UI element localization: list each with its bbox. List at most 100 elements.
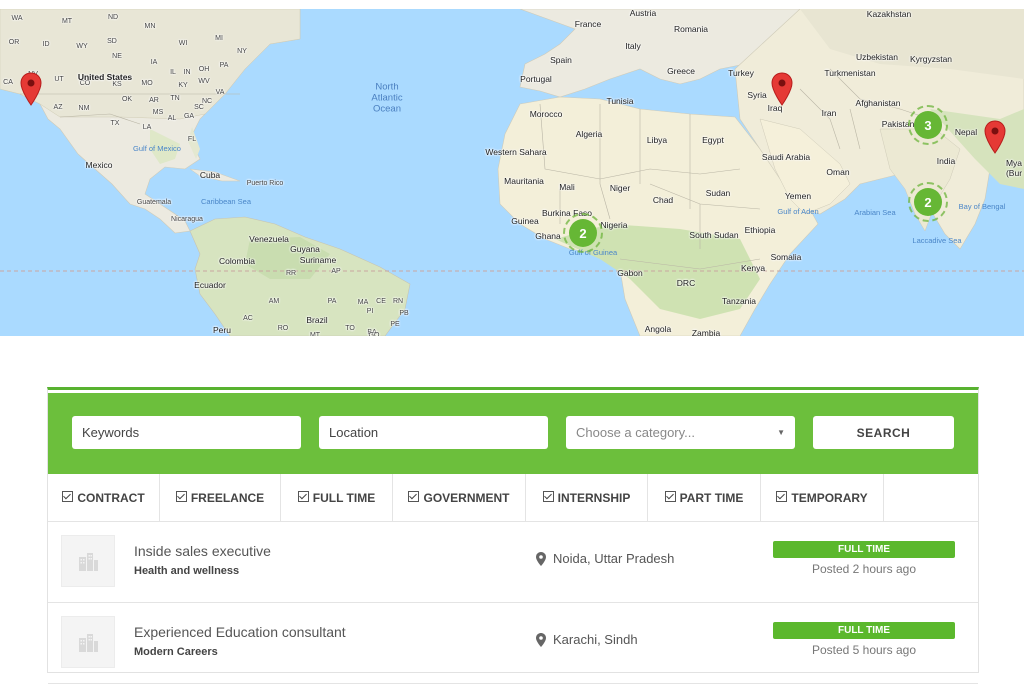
map-label: OR [8,39,20,46]
sea-label: Laccadive Sea [912,236,962,245]
map-label: Ecuador [194,280,226,290]
map-label: Peru [213,325,231,335]
job-type-badge: FULL TIME [773,622,955,639]
map-label: AZ [53,104,63,111]
map-label: Tunisia [606,96,634,106]
checkbox-icon[interactable] [62,491,74,502]
sea-label: Gulf of Aden [777,207,819,216]
map-cluster[interactable]: 3 [908,105,948,145]
map-label: South Sudan [689,230,739,240]
filter-government[interactable]: GOVERNMENT [393,474,526,521]
map-label: AL [167,115,177,122]
map-label: MS [152,109,164,116]
map-label: Mya [1005,158,1023,168]
job-title[interactable]: Experienced Education consultant [134,624,346,640]
map-label: OH [198,66,210,73]
filter-label: PART TIME [679,490,744,505]
map-label: Puerto Rico [246,180,284,187]
map-label: IA [150,59,158,66]
job-title[interactable]: Inside sales executive [134,543,271,559]
map-label: KY [178,82,188,89]
map-pin-icon[interactable] [771,72,793,106]
map-label: Iran [821,108,837,118]
map-label: Sudan [705,188,731,198]
filter-label: GOVERNMENT [423,490,510,505]
map-pin-icon[interactable] [984,120,1006,154]
map-label: LA [142,124,152,131]
map-label: Italy [625,41,641,51]
map-label: Colombia [219,256,255,266]
map-label: France [574,19,602,29]
map-label: Mali [559,182,575,192]
map-label: TO [345,325,355,332]
filter-part-time[interactable]: PART TIME [648,474,761,521]
filter-internship[interactable]: INTERNSHIP [526,474,648,521]
keywords-input[interactable] [72,416,301,449]
sea-label: Caribbean Sea [200,197,252,206]
search-button[interactable]: SEARCH [813,416,954,449]
map-label: RR [285,270,297,277]
checkbox-icon[interactable] [297,491,309,502]
map-label: United States [77,72,133,82]
job-type-badge: FULL TIME [773,541,955,558]
map-label: Brazil [306,315,328,325]
map-label: RN [392,298,404,305]
map-label: IL [170,69,176,76]
filter-freelance[interactable]: FREELANCE [160,474,281,521]
map-label: WY [76,43,88,50]
filter-label: CONTRACT [77,490,145,505]
map-label: Niger [609,183,631,193]
map-label: Morocco [529,109,563,119]
map-label: Cuba [199,170,221,180]
cluster-count: 2 [569,219,597,247]
job-type-filters: CONTRACT FREELANCE FULL TIME GOVERNMENT … [48,474,978,522]
map-label: VA [215,89,225,96]
map-label: (Bur [1005,168,1023,178]
map-label: Spain [550,55,572,65]
map-label: Gabon [617,268,643,278]
filter-full-time[interactable]: FULL TIME [281,474,393,521]
map-label: Guyana [290,244,320,254]
map-label: Mexico [85,160,113,170]
checkbox-icon[interactable] [664,491,676,502]
company-name: Health and wellness [134,565,240,577]
map-label: NM [78,105,90,112]
map-label: Libya [646,135,668,145]
category-select-value: Choose a category... [576,425,695,440]
category-select[interactable]: Choose a category... ▼ [566,416,795,449]
map-label: Oman [826,167,850,177]
filter-contract[interactable]: CONTRACT [48,474,160,521]
map-label: Western Sahara [485,147,547,157]
map-label: Zambia [691,328,721,336]
map-label: IN [183,69,191,76]
map-label: CE [376,298,386,305]
filter-temporary[interactable]: TEMPORARY [761,474,884,521]
job-listing-row[interactable]: Inside sales executive Health and wellne… [48,521,978,603]
company-logo-placeholder-icon [61,616,115,668]
map-label: Nepal [954,127,978,137]
location-input[interactable] [319,416,548,449]
job-listing-row[interactable]: Experienced Education consultant Modern … [48,602,978,684]
map-label: PA [219,62,229,69]
checkbox-icon[interactable] [776,491,788,502]
map-label: Egypt [702,135,724,145]
map-label: Chad [652,195,674,205]
job-location: Noida, Uttar Pradesh [536,551,674,566]
checkbox-icon[interactable] [542,491,554,502]
map-label: MI [215,35,223,42]
map-label: Turkmenistan [824,68,876,78]
checkbox-icon[interactable] [175,491,187,502]
job-location-text: Karachi, Sindh [553,632,638,647]
checkbox-icon[interactable] [408,491,420,502]
map-label: Kenya [740,263,766,273]
job-map[interactable]: North Atlantic Ocean WA MT ND MN WI MI O… [0,9,1024,336]
map-pin-icon[interactable] [20,72,42,106]
filter-label: INTERNSHIP [557,490,631,505]
map-label: OK [121,96,133,103]
map-cluster[interactable]: 2 [908,182,948,222]
map-label: UT [54,76,64,83]
map-cluster[interactable]: 2 [563,213,603,253]
map-label: RO [277,325,289,332]
ocean-label: North Atlantic Ocean [371,81,403,115]
map-label: AR [149,97,159,104]
